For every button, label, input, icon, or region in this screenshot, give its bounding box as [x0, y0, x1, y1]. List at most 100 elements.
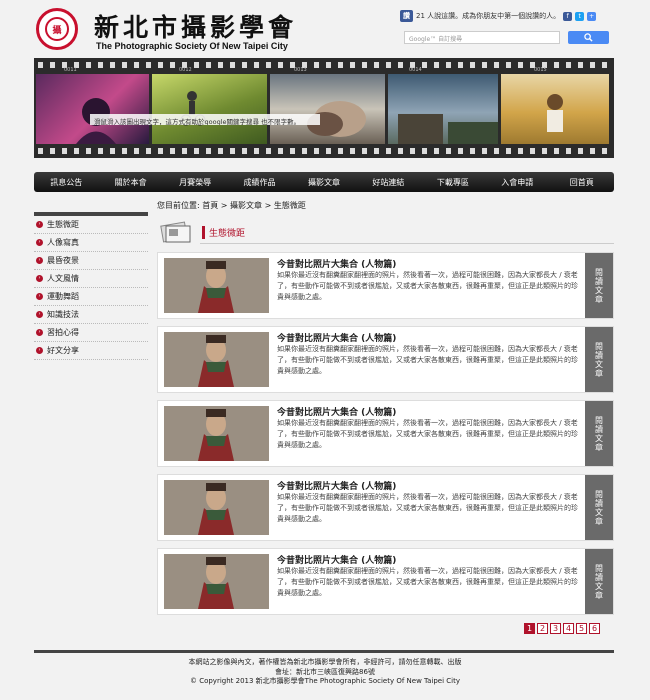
hero-photo-5[interactable] — [501, 74, 609, 144]
facebook-like-bar: 讚 21 人說這讚。成為你朋友中第一個說讚的人。 f t + — [400, 10, 597, 22]
article-title[interactable]: 今昔對比照片大集合 (人物篇) — [277, 405, 396, 418]
page-link-1[interactable]: 1 — [524, 623, 535, 634]
read-article-button[interactable]: 閱讀文章 — [585, 327, 613, 392]
section-title: 生態微距 — [202, 226, 245, 239]
article-title[interactable]: 今昔對比照片大集合 (人物篇) — [277, 479, 396, 492]
article-thumbnail[interactable] — [164, 480, 269, 535]
magazine-icon — [160, 221, 191, 243]
article-card[interactable]: 今昔對比照片大集合 (人物篇) 如果你最近沒有翻糞翻家翻裡面的照片，然後看著一次… — [157, 252, 614, 319]
share-icon[interactable]: + — [587, 11, 597, 21]
frame-number: 0015 — [534, 67, 547, 73]
frame-number: 0014 — [409, 67, 422, 73]
nav-item-about[interactable]: 關於本會 — [98, 177, 162, 188]
twitter-icon[interactable]: t — [575, 11, 585, 21]
sidebar-item-portrait[interactable]: › 人像寫真 — [34, 234, 148, 252]
article-thumbnail[interactable] — [164, 258, 269, 313]
sidebar: › 生態微距 › 人像寫真 › 晨昏夜景 › 人文風情 › 運動舞蹈 › 知識技法 › 習拍心… — [34, 212, 148, 360]
photo-landscape-shape — [398, 114, 498, 144]
article-excerpt: 如果你最近沒有翻糞翻家翻裡面的照片，然後看著一次，過程可能很困難，因為大家都長大… — [277, 345, 578, 375]
nav-item-links[interactable]: 好站連結 — [356, 177, 420, 188]
sidebar-item-label: 人文風情 — [47, 274, 79, 283]
footer: 本網站之影像與內文，著作權皆為新北市攝影學會所有，非經許可，請勿任意轉載、出版 … — [0, 658, 650, 687]
frame-number: 0013 — [294, 67, 307, 73]
article-excerpt: 如果你最近沒有翻糞翻家翻裡面的照片，然後看著一次，過程可能很困難，因為大家都長大… — [277, 493, 578, 523]
article-excerpt: 如果你最近沒有翻糞翻家翻裡面的照片，然後看著一次，過程可能很困難，因為大家都長大… — [277, 419, 578, 449]
page-link-5[interactable]: 5 — [576, 623, 587, 634]
portrait-photo-icon — [164, 406, 269, 461]
article-title[interactable]: 今昔對比照片大集合 (人物篇) — [277, 257, 396, 270]
nav-item-works[interactable]: 成績作品 — [227, 177, 291, 188]
breadcrumb: 您目前位置: 首頁 > 攝影文章 > 生態微距 — [157, 201, 306, 210]
film-perforation-top — [34, 62, 614, 68]
article-card[interactable]: 今昔對比照片大集合 (人物篇) 如果你最近沒有翻糞翻家翻裡面的照片，然後看著一次… — [157, 326, 614, 393]
search-button[interactable] — [568, 31, 609, 44]
read-article-button[interactable]: 閱讀文章 — [585, 401, 613, 466]
sidebar-item-label: 知識技法 — [47, 310, 79, 319]
hero-filmstrip: 0011 0012 0013 0014 0015 — [34, 58, 614, 158]
hero-photo-2[interactable] — [152, 74, 267, 144]
photo-cyclist-shape — [180, 91, 206, 126]
read-article-button[interactable]: 閱讀文章 — [585, 253, 613, 318]
sidebar-item-practice[interactable]: › 習拍心得 — [34, 324, 148, 342]
portrait-photo-icon — [164, 332, 269, 387]
portrait-photo-icon — [164, 258, 269, 313]
photo-field-shape — [547, 94, 563, 132]
sidebar-item-culture[interactable]: › 人文風情 — [34, 270, 148, 288]
frame-number: 0011 — [64, 67, 77, 73]
hero-caption: 滑鼠滑入該圖出現文字，這方式有助於google關鍵字搜尋 也不限字數。 — [90, 114, 320, 125]
nav-item-articles[interactable]: 攝影文章 — [292, 177, 356, 188]
arrow-bullet-icon: › — [36, 347, 43, 354]
sidebar-item-macro[interactable]: › 生態微距 — [34, 216, 148, 234]
article-excerpt: 如果你最近沒有翻糞翻家翻裡面的照片，然後看著一次，過程可能很困難，因為大家都長大… — [277, 271, 578, 301]
footer-address: 會址：新北市三峽區復興路86號 — [275, 667, 375, 676]
article-title[interactable]: 今昔對比照片大集合 (人物篇) — [277, 553, 396, 566]
page-link-4[interactable]: 4 — [563, 623, 574, 634]
photo-face-shape — [307, 101, 366, 137]
page-link-6[interactable]: 6 — [589, 623, 600, 634]
sidebar-item-sports[interactable]: › 運動舞蹈 — [34, 288, 148, 306]
nav-item-monthly[interactable]: 月賽榮辱 — [163, 177, 227, 188]
sidebar-item-label: 好文分享 — [47, 346, 79, 355]
search-input[interactable]: Google™ 自訂搜尋 — [404, 31, 560, 44]
sidebar-item-label: 晨昏夜景 — [47, 256, 79, 265]
article-thumbnail[interactable] — [164, 406, 269, 461]
pagination: 1 2 3 4 5 6 — [524, 623, 600, 634]
nav-item-downloads[interactable]: 下載專區 — [421, 177, 485, 188]
page-link-3[interactable]: 3 — [550, 623, 561, 634]
footer-divider — [34, 650, 614, 653]
sidebar-item-share[interactable]: › 好文分享 — [34, 342, 148, 360]
read-article-button[interactable]: 閱讀文章 — [585, 549, 613, 614]
article-thumbnail[interactable] — [164, 332, 269, 387]
logo[interactable]: 攝 — [36, 8, 78, 50]
logo-mark: 攝 — [45, 17, 69, 41]
article-card[interactable]: 今昔對比照片大集合 (人物篇) 如果你最近沒有翻糞翻家翻裡面的照片，然後看著一次… — [157, 548, 614, 615]
article-card[interactable]: 今昔對比照片大集合 (人物篇) 如果你最近沒有翻糞翻家翻裡面的照片，然後看著一次… — [157, 400, 614, 467]
sidebar-item-technique[interactable]: › 知識技法 — [34, 306, 148, 324]
film-perforation-bottom — [34, 148, 614, 154]
sidebar-item-label: 生態微距 — [47, 220, 79, 229]
hero-photo-4[interactable] — [388, 74, 498, 144]
nav-item-join[interactable]: 入會申請 — [485, 177, 549, 188]
sidebar-item-night[interactable]: › 晨昏夜景 — [34, 252, 148, 270]
sidebar-item-label: 人像寫真 — [47, 238, 79, 247]
read-article-button[interactable]: 閱讀文章 — [585, 475, 613, 540]
arrow-bullet-icon: › — [36, 329, 43, 336]
portrait-photo-icon — [164, 554, 269, 609]
article-card[interactable]: 今昔對比照片大集合 (人物篇) 如果你最近沒有翻糞翻家翻裡面的照片，然後看著一次… — [157, 474, 614, 541]
frame-number: 0012 — [179, 67, 192, 73]
site-title: 新北市攝影學會 — [94, 13, 298, 42]
section-divider — [200, 243, 614, 244]
facebook-like-text: 21 人說這讚。成為你朋友中第一個說讚的人。 — [416, 12, 561, 20]
facebook-like-button[interactable]: 讚 — [400, 10, 413, 22]
page-link-2[interactable]: 2 — [537, 623, 548, 634]
arrow-bullet-icon: › — [36, 275, 43, 282]
article-thumbnail[interactable] — [164, 554, 269, 609]
facebook-icon[interactable]: f — [563, 11, 573, 21]
nav-item-news[interactable]: 訊息公告 — [34, 177, 98, 188]
article-title[interactable]: 今昔對比照片大集合 (人物篇) — [277, 331, 396, 344]
hero-photo-3[interactable] — [270, 74, 385, 144]
nav-item-home[interactable]: 回首頁 — [550, 177, 614, 188]
site-subtitle: The Photographic Society Of New Taipei C… — [96, 41, 288, 51]
hero-photo-1[interactable] — [36, 74, 149, 144]
arrow-bullet-icon: › — [36, 311, 43, 318]
